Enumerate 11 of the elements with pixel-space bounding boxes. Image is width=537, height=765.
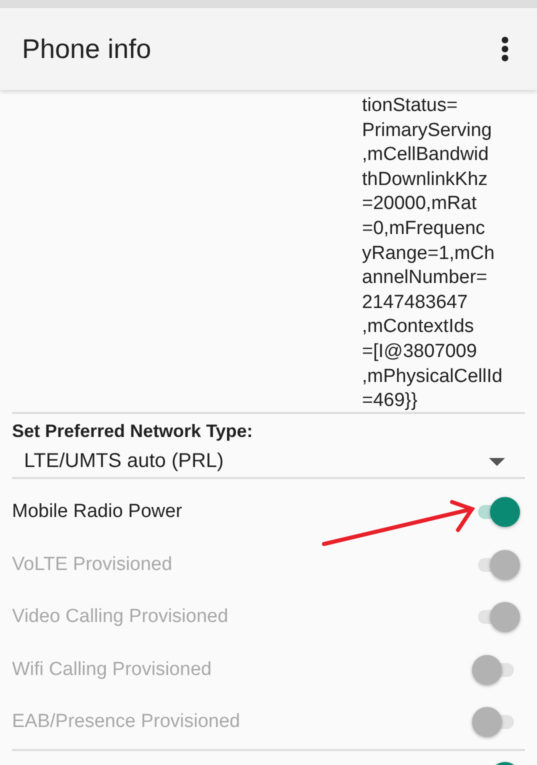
- app-title: Phone info: [22, 34, 152, 64]
- dropdown-caret-icon: [489, 458, 505, 466]
- network-type-label: Set Preferred Network Type:: [12, 420, 254, 443]
- cell-info-text: tionStatus= PrimaryServing ,mCellBandwid thDownlinkKhz =20000,mRat =0,mFrequenc yRange=1,mCh annelNumber= 2147483647 ,mContextIds =[I@3807009 ,mPhysicalCellId =469}}: [362, 94, 504, 412]
- network-type-dropdown[interactable]: LTE/UMTS auto (PRL): [12, 444, 525, 479]
- setting-label: Video Calling Provisioned: [12, 606, 228, 628]
- setting-label: Wifi Calling Provisioned: [12, 658, 212, 681]
- more-options-icon[interactable]: [501, 36, 509, 62]
- setting-label: VoLTE Provisioned: [12, 554, 172, 576]
- setting-label: EAB/Presence Provisioned: [12, 711, 240, 734]
- setting-label: Mobile Radio Power: [12, 501, 182, 524]
